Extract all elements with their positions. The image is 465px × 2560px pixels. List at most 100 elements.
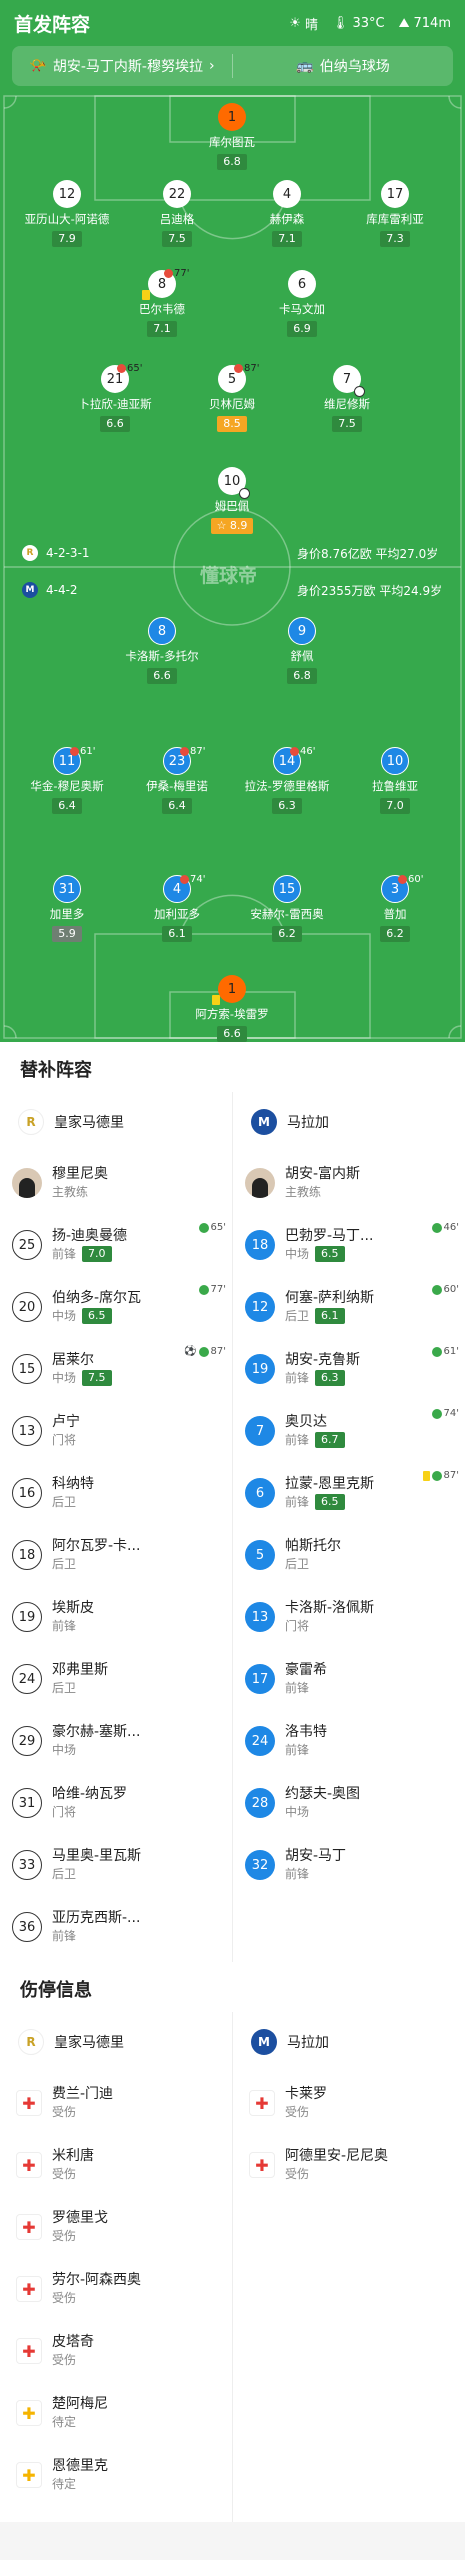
sub-player-row[interactable]: 19 埃斯皮 前锋 xyxy=(0,1586,232,1648)
sub-player-row[interactable]: 17 豪雷希 前锋 xyxy=(233,1648,465,1710)
pitch-player[interactable]: 11 61' 华金-穆尼奥斯 6.4 xyxy=(12,746,122,814)
player-name: 费兰-门迪 xyxy=(52,2086,114,2102)
sub-player-row[interactable]: 18 阿尔瓦罗-卡... 后卫 xyxy=(0,1524,232,1586)
player-position: 前锋 xyxy=(52,1929,77,1943)
injury-row[interactable]: ✚ 阿德里安-尼尼奥 受伤 xyxy=(233,2134,465,2196)
medical-cross-icon: ✚ xyxy=(249,2090,275,2116)
pitch-player[interactable]: 9 舒佩 6.8 xyxy=(247,617,357,684)
referee-link[interactable]: 📯 胡安-马丁内斯-穆努埃拉 › xyxy=(12,46,232,86)
sub-arrow-icon xyxy=(431,1222,442,1233)
pitch-player[interactable]: 12 亚历山大-阿诺德 7.9 xyxy=(12,180,122,247)
player-meta: 中场 xyxy=(285,1803,435,1821)
sub-player-row[interactable]: 18 巴勃罗-马丁... 中场 6.5 46' xyxy=(233,1214,465,1276)
sub-player-row[interactable]: 29 豪尔赫-塞斯... 中场 xyxy=(0,1710,232,1772)
pitch-player[interactable]: 4 赫伊森 7.1 xyxy=(232,180,342,247)
player-meta: 后卫 xyxy=(52,1865,202,1883)
sub-player-row[interactable]: 16 科纳特 后卫 xyxy=(0,1462,232,1524)
pitch-player[interactable]: 31 加里多 5.9 xyxy=(12,875,122,942)
injury-row[interactable]: ✚ 恩德里克 待定 xyxy=(0,2444,232,2506)
sub-player-row[interactable]: 15 居莱尔 中场 7.5 ⚽ 87' xyxy=(0,1338,232,1400)
pitch-player[interactable]: 3 60' 普加 6.2 xyxy=(340,874,450,942)
stadium-info[interactable]: 🚌 伯纳乌球场 xyxy=(233,46,453,86)
sub-player-row[interactable]: 7 奥贝达 前锋 6.7 74' xyxy=(233,1400,465,1462)
player-meta: 后卫 xyxy=(52,1493,202,1511)
pitch-player[interactable]: 10 姆巴佩 ☆ 8.9 xyxy=(177,467,287,534)
pitch-player[interactable]: 22 吕迪格 7.5 xyxy=(122,180,232,247)
player-position: 后卫 xyxy=(52,1557,77,1571)
player-meta: 后卫 xyxy=(285,1555,435,1573)
player-number: 9 xyxy=(288,617,316,645)
sub-player-row[interactable]: 24 邓弗里斯 后卫 xyxy=(0,1648,232,1710)
pitch-player[interactable]: 6 卡马文加 6.9 xyxy=(247,270,357,337)
sub-player-row[interactable]: 13 卡洛斯-洛佩斯 门将 xyxy=(233,1586,465,1648)
pitch-player[interactable]: 21 65' 卜拉欣-迪亚斯 6.6 xyxy=(60,363,170,432)
pitch-player[interactable]: 14 46' 拉法-罗德里格斯 6.3 xyxy=(232,746,342,814)
pitch-player[interactable]: 5 87' 贝林厄姆 8.5 xyxy=(177,363,287,432)
injury-row[interactable]: ✚ 米利唐 受伤 xyxy=(0,2134,232,2196)
pitch-player[interactable]: 10 拉鲁维亚 7.0 xyxy=(340,747,450,814)
pitch-player[interactable]: 1 库尔图瓦 6.8 xyxy=(177,103,287,170)
player-rating: 7.1 xyxy=(272,231,302,247)
player-number: 25 xyxy=(12,1230,42,1260)
pitch-player[interactable]: 23 87' 伊桑-梅里诺 6.4 xyxy=(122,746,232,814)
medical-cross-icon: ✚ xyxy=(16,2400,42,2426)
player-meta: 前锋 xyxy=(52,1617,202,1635)
injury-row[interactable]: ✚ 劳尔-阿森西奥 受伤 xyxy=(0,2258,232,2320)
pitch-player[interactable]: 1 阿方索-埃雷罗 6.6 xyxy=(177,975,287,1042)
sub-in-marker: ⚽ 87' xyxy=(184,1346,226,1357)
match-info-bar: 📯 胡安-马丁内斯-穆努埃拉 › 🚌 伯纳乌球场 xyxy=(12,46,453,86)
sub-player-row[interactable]: 12 何塞-萨利纳斯 后卫 6.1 60' xyxy=(233,1276,465,1338)
sub-player-row[interactable]: 31 哈维-纳瓦罗 门将 xyxy=(0,1772,232,1834)
sub-player-row[interactable]: 6 拉蒙-恩里克斯 前锋 6.5 87' xyxy=(233,1462,465,1524)
player-info: 居莱尔 中场 7.5 xyxy=(52,1351,202,1387)
sub-in-marker: 60' xyxy=(431,1284,459,1295)
sub-arrow-icon xyxy=(431,1470,442,1481)
whistle-icon: 📯 xyxy=(29,58,47,74)
injury-row[interactable]: ✚ 卡莱罗 受伤 xyxy=(233,2072,465,2134)
away-injury-column: M 马拉加 ✚ 卡莱罗 受伤 ✚ 阿德里安-尼尼奥 受伤 xyxy=(233,2012,465,2196)
sub-minute: 46' xyxy=(443,1222,459,1233)
home-team-summary: R 4-2-3-1 身价8.76亿欧 平均27.0岁 xyxy=(22,545,438,561)
player-position: 后卫 xyxy=(285,1557,310,1571)
player-rating: 6.1 xyxy=(162,926,192,942)
player-name: 洛韦特 xyxy=(285,1724,327,1740)
pitch-player[interactable]: 7 维尼修斯 7.5 xyxy=(292,365,402,432)
player-info: 约瑟夫-奥图 中场 xyxy=(285,1785,435,1821)
player-rating: 8.5 xyxy=(217,416,247,432)
injury-row[interactable]: ✚ 罗德里戈 受伤 xyxy=(0,2196,232,2258)
injury-row[interactable]: ✚ 费兰-门迪 受伤 xyxy=(0,2072,232,2134)
sub-player-row[interactable]: 20 伯纳多-席尔瓦 中场 6.5 77' xyxy=(0,1276,232,1338)
temperature: 🌡 33°C xyxy=(331,16,385,31)
player-name: 卜拉欣-迪亚斯 xyxy=(78,397,152,411)
subs-title: 替补阵容 xyxy=(20,1060,92,1081)
sub-player-row[interactable]: 5 帕斯托尔 后卫 xyxy=(233,1524,465,1586)
player-info: 胡安-马丁 前锋 xyxy=(285,1847,435,1883)
sub-in-marker: 77' xyxy=(198,1284,226,1295)
player-number: 4 xyxy=(273,180,301,208)
sub-player-row[interactable]: 33 马里奥-里瓦斯 后卫 xyxy=(0,1834,232,1896)
sub-player-row[interactable]: 13 卢宁 门将 xyxy=(0,1400,232,1462)
sub-player-row[interactable]: 36 亚历克西斯-... 前锋 xyxy=(0,1896,232,1958)
sub-player-row[interactable]: 24 洛韦特 前锋 xyxy=(233,1710,465,1772)
sub-player-row[interactable]: 19 胡安-克鲁斯 前锋 6.3 61' xyxy=(233,1338,465,1400)
pitch-player[interactable]: 17 库库雷利亚 7.3 xyxy=(340,180,450,247)
home-coach-row[interactable]: 穆里尼奥 主教练 xyxy=(0,1152,232,1214)
player-rating: 6.5 xyxy=(315,1246,345,1262)
sub-player-row[interactable]: 32 胡安-马丁 前锋 xyxy=(233,1834,465,1896)
injury-row[interactable]: ✚ 楚阿梅尼 待定 xyxy=(0,2382,232,2444)
sub-out-marker: 60' xyxy=(398,874,423,885)
pitch-player[interactable]: 8 77' 巴尔韦德 7.1 xyxy=(107,268,217,337)
pitch-player[interactable]: 8 卡洛斯-多托尔 6.6 xyxy=(107,617,217,684)
player-number: 5 87' xyxy=(218,363,259,393)
pitch-player[interactable]: 4 74' 加利亚多 6.1 xyxy=(122,874,232,942)
player-number: 3 60' xyxy=(381,874,423,903)
sub-minute: 74' xyxy=(190,874,206,885)
pitch-player[interactable]: 15 安赫尔-雷西奥 6.2 xyxy=(232,875,342,942)
sub-player-row[interactable]: 25 扬-迪奥曼德 前锋 7.0 65' xyxy=(0,1214,232,1276)
injury-row[interactable]: ✚ 皮塔奇 受伤 xyxy=(0,2320,232,2382)
player-name: 奥贝达 xyxy=(285,1414,327,1430)
player-number: 19 xyxy=(245,1354,275,1384)
away-coach-row[interactable]: 胡安-富内斯 主教练 xyxy=(233,1152,465,1214)
player-name: 居莱尔 xyxy=(52,1352,94,1368)
sub-player-row[interactable]: 28 约瑟夫-奥图 中场 xyxy=(233,1772,465,1834)
